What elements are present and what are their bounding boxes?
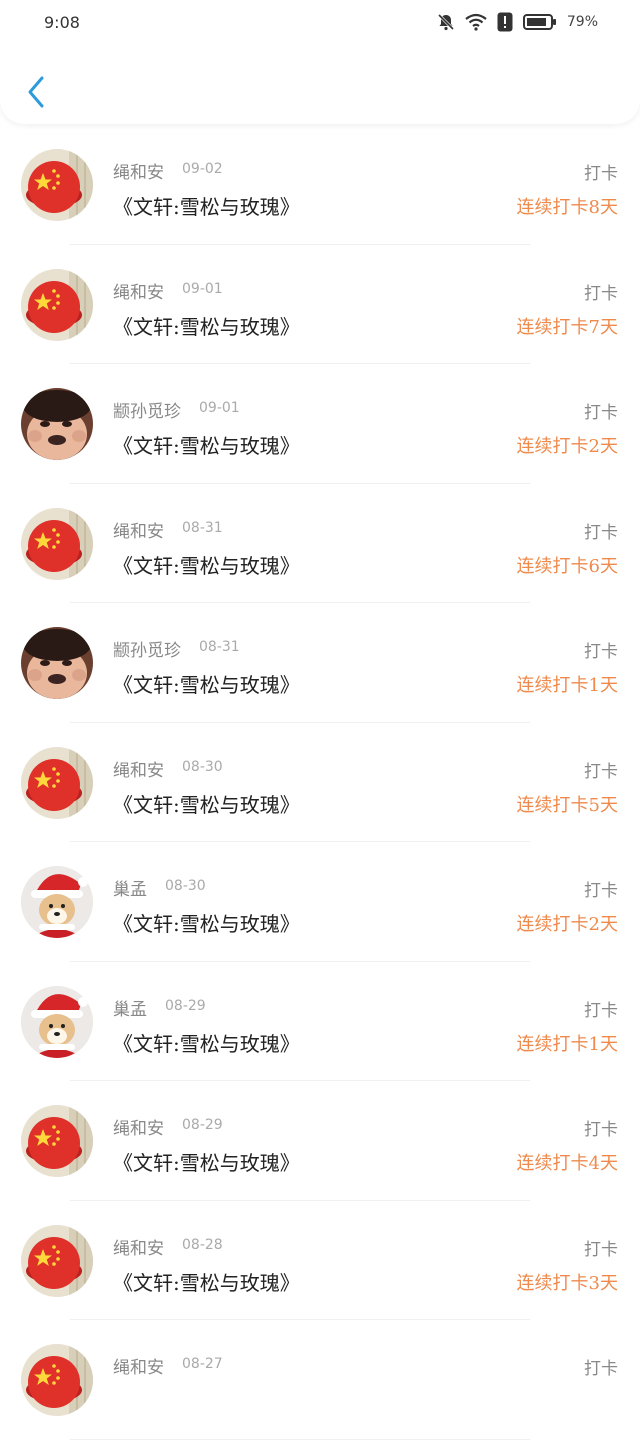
- streak-label: 连续打卡3天: [516, 1272, 618, 1294]
- book-title: 《文轩:雪松与玫瑰》: [113, 673, 300, 697]
- streak-label: 连续打卡2天: [516, 436, 618, 457]
- list-item[interactable]: 绳和安 09-01 《文轩:雪松与玫瑰》 打卡连续打卡7天: [0, 245, 640, 365]
- list-item[interactable]: 巢孟 08-30 《文轩:雪松与玫瑰》 打卡连续打卡2天: [0, 842, 640, 962]
- avatar[interactable]: [21, 149, 93, 221]
- checkin-date: 09-02: [182, 161, 223, 177]
- list-item[interactable]: 颛孙觅珍 08-31 《文轩:雪松与玫瑰》 打卡连续打卡1天: [0, 603, 640, 723]
- checkin-type: 打卡: [584, 761, 618, 782]
- streak-label: 连续打卡5天: [516, 794, 618, 816]
- checkin-list: 绳和安 09-02 《文轩:雪松与玫瑰》 打卡 连续打卡8天 绳和安 09-01 《文轩:雪…: [0, 125, 640, 1440]
- list-item[interactable]: 绳和安 08-28 《文轩:雪松与玫瑰》 打卡连续打卡3天: [0, 1201, 640, 1321]
- book-title: 《文轩:雪松与玫瑰》: [113, 434, 300, 458]
- user-name: 绳和安: [113, 760, 164, 781]
- status-bar: 9:08 79%: [0, 0, 640, 44]
- battery-icon: [522, 14, 556, 30]
- avatar[interactable]: [21, 268, 93, 341]
- avatar[interactable]: [21, 388, 93, 460]
- user-name: 绳和安: [113, 1358, 164, 1378]
- checkin-type: 打卡: [584, 164, 618, 184]
- streak-label: 连续打卡1天: [516, 1033, 618, 1055]
- user-name: 绳和安: [113, 282, 164, 303]
- chevron-left-icon: [28, 76, 44, 108]
- book-title: 《文轩:雪松与玫瑰》: [113, 1151, 300, 1175]
- checkin-type: 打卡: [584, 403, 618, 423]
- checkin-type: 打卡: [584, 1120, 618, 1140]
- avatar[interactable]: [21, 1224, 93, 1297]
- wifi-icon: [465, 13, 487, 31]
- book-title: 《文轩:雪松与玫瑰》: [113, 195, 300, 219]
- streak-label: 连续打卡2天: [516, 914, 618, 935]
- avatar[interactable]: [21, 985, 93, 1058]
- checkin-date: 08-31: [182, 519, 223, 536]
- book-title: 《文轩:雪松与玫瑰》: [113, 553, 300, 578]
- list-item[interactable]: 绳和安 09-02 《文轩:雪松与玫瑰》 打卡连续打卡8天: [0, 125, 640, 245]
- streak-label: 连续打卡6天: [516, 555, 618, 577]
- user-name: 绳和安: [113, 1119, 164, 1139]
- avatar[interactable]: [21, 1344, 93, 1416]
- book-title: 《文轩:雪松与玫瑰》: [113, 314, 300, 339]
- back-button[interactable]: [18, 72, 54, 112]
- streak-label: 连续打卡1天: [516, 675, 618, 696]
- avatar[interactable]: [21, 866, 93, 938]
- checkin-type: 打卡: [584, 1239, 618, 1260]
- user-name: 绳和安: [113, 1238, 164, 1259]
- book-title: 《文轩:雪松与玫瑰》: [113, 1031, 300, 1056]
- checkin-type: 打卡: [584, 1000, 618, 1021]
- checkin-type: 打卡: [584, 1359, 618, 1379]
- streak-label: 连续打卡7天: [516, 316, 618, 338]
- list-item[interactable]: 绳和安 08-27 打卡: [0, 1320, 640, 1440]
- alert-icon: [497, 12, 513, 32]
- user-name: 绳和安: [113, 521, 164, 542]
- mute-bell-icon: [437, 13, 454, 31]
- checkin-date: 08-27: [182, 1356, 223, 1372]
- user-name: 绳和安: [113, 163, 164, 183]
- checkin-type: 打卡: [584, 642, 618, 662]
- avatar[interactable]: [21, 746, 93, 819]
- list-item[interactable]: 颛孙觅珍 09-01 《文轩:雪松与玫瑰》 打卡连续打卡2天: [0, 364, 640, 484]
- book-title: 《文轩:雪松与玫瑰》: [113, 912, 300, 936]
- status-time: 9:08: [44, 12, 80, 32]
- user-name: 巢孟: [113, 880, 147, 900]
- checkin-date: 08-29: [182, 1117, 223, 1133]
- avatar[interactable]: [21, 1105, 93, 1177]
- user-name: 颛孙觅珍: [113, 641, 181, 661]
- status-icons: 79%: [437, 12, 598, 32]
- streak-label: 连续打卡4天: [516, 1153, 618, 1174]
- checkin-date: 08-31: [199, 639, 240, 655]
- checkin-date: 09-01: [199, 400, 240, 416]
- list-item[interactable]: 绳和安 08-30 《文轩:雪松与玫瑰》 打卡连续打卡5天: [0, 723, 640, 843]
- user-name: 颛孙觅珍: [113, 402, 181, 422]
- book-title: 《文轩:雪松与玫瑰》: [113, 1270, 300, 1295]
- checkin-date: 08-30: [165, 878, 206, 894]
- checkin-type: 打卡: [584, 881, 618, 901]
- list-item[interactable]: 绳和安 08-29 《文轩:雪松与玫瑰》 打卡连续打卡4天: [0, 1081, 640, 1201]
- user-name: 巢孟: [113, 999, 147, 1020]
- checkin-type: 打卡: [584, 522, 618, 543]
- list-item[interactable]: 巢孟 08-29 《文轩:雪松与玫瑰》 打卡连续打卡1天: [0, 962, 640, 1082]
- book-title: 《文轩:雪松与玫瑰》: [113, 792, 300, 817]
- streak-label: 连续打卡8天: [516, 197, 618, 218]
- avatar[interactable]: [21, 627, 93, 699]
- checkin-type: 打卡: [584, 283, 618, 304]
- checkin-date: 09-01: [182, 280, 223, 297]
- battery-percent: 79%: [566, 14, 598, 30]
- list-item[interactable]: 绳和安 08-31 《文轩:雪松与玫瑰》 打卡连续打卡6天: [0, 484, 640, 604]
- checkin-date: 08-29: [165, 997, 206, 1014]
- checkin-date: 08-28: [182, 1236, 223, 1253]
- avatar[interactable]: [21, 507, 93, 580]
- checkin-date: 08-30: [182, 758, 223, 775]
